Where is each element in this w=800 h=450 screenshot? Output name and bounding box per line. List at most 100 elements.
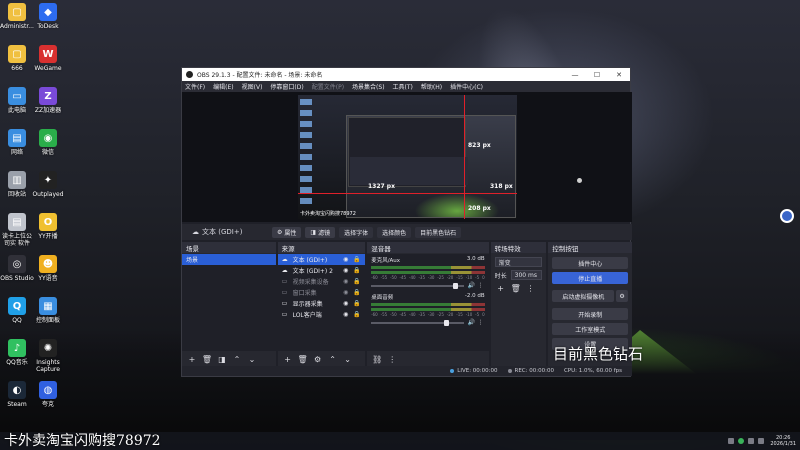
start-virtual-camera-button[interactable]: 启动虚拟摄像机 [552, 290, 615, 302]
remove-scene-icon[interactable]: 🗑 [201, 354, 213, 365]
close-button[interactable]: ✕ [608, 71, 630, 79]
preview-canvas[interactable]: 823 px 1327 px 318 px 208 px 卡外卖淘宝闪购搜789… [298, 95, 517, 219]
desktop-shortcut[interactable]: ◉ 微信 [31, 129, 65, 156]
desktop-shortcut[interactable]: ▥ 回收站 [0, 171, 34, 198]
desktop-shortcut[interactable]: ▭ 此电脑 [0, 87, 34, 114]
desktop-shortcut[interactable]: ◐ Steam [0, 381, 34, 408]
source-down-icon[interactable]: ⌄ [342, 354, 354, 365]
select-font-button[interactable]: 选择字体 [339, 226, 374, 238]
channel-menu-icon[interactable]: ⋮ [477, 319, 485, 326]
desktop-shortcut[interactable]: ▤ 网络 [0, 129, 34, 156]
tray-network-icon[interactable] [748, 438, 755, 444]
visibility-eye-icon[interactable]: ◉ [340, 256, 351, 263]
stop-streaming-button[interactable]: 停止直播 [552, 272, 629, 284]
preview-area[interactable]: 823 px 1327 px 318 px 208 px 卡外卖淘宝闪购搜789… [182, 92, 632, 222]
studio-mode-button[interactable]: 工作室模式 [552, 323, 629, 335]
move-up-icon[interactable]: ⌃ [231, 354, 243, 365]
move-down-icon[interactable]: ⌄ [246, 354, 258, 365]
mixer-menu-icon[interactable]: ⋮ [386, 354, 398, 365]
menu-scene-collection[interactable]: 场景集合(S) [352, 82, 385, 91]
desktop-shortcut[interactable]: O YY开播 [31, 213, 65, 240]
select-color-button[interactable]: 选择颜色 [377, 226, 412, 238]
scene-item[interactable]: 场景 [182, 254, 276, 265]
obs-logo-icon [186, 71, 193, 78]
floating-assistant-icon[interactable] [780, 209, 794, 223]
volume-slider-knob[interactable] [443, 319, 449, 326]
tray-clock[interactable]: 20:26 2026/1/31 [770, 435, 796, 447]
lock-icon[interactable]: 🔒 [351, 311, 362, 318]
add-source-button[interactable]: + [282, 354, 294, 365]
minimize-button[interactable]: — [564, 71, 586, 79]
tray-wechat-icon[interactable] [738, 438, 745, 444]
visibility-eye-icon[interactable]: ◉ [340, 278, 351, 285]
tray-app-icon[interactable] [728, 438, 735, 444]
desktop-shortcut[interactable]: ▦ 控制面板 [31, 297, 65, 324]
scene-filters-icon[interactable]: ◨ [216, 354, 228, 365]
virtual-camera-settings-icon[interactable]: ⚙ [616, 290, 629, 302]
maximize-button[interactable]: ☐ [586, 71, 608, 79]
remove-transition-icon[interactable]: 🗑 [510, 283, 522, 294]
preview-handle-icon[interactable] [577, 178, 582, 183]
start-recording-button[interactable]: 开始录制 [552, 308, 629, 320]
channel-menu-icon[interactable]: ⋮ [477, 282, 485, 289]
visibility-eye-icon[interactable]: ◉ [340, 289, 351, 296]
audio-link-icon[interactable]: ⛓ [371, 354, 383, 365]
menu-view[interactable]: 视图(V) [242, 82, 263, 91]
menu-profile[interactable]: 配置文件(P) [312, 82, 344, 91]
speaker-icon[interactable]: 🔊 [467, 282, 477, 289]
visibility-eye-icon[interactable]: ◉ [340, 300, 351, 307]
desktop-shortcut[interactable]: ◍ 夸克 [31, 381, 65, 408]
desktop-shortcut[interactable]: ▢ 666 [0, 45, 34, 72]
desktop-shortcut[interactable]: ▤ 读卡上位公司实 软件 [0, 213, 34, 247]
lock-icon[interactable]: 🔒 [351, 300, 362, 307]
source-item[interactable]: ▭ 视频采集设备 ◉ 🔒 [278, 276, 366, 287]
menu-tools[interactable]: 工具(T) [393, 82, 413, 91]
menu-help[interactable]: 帮助(H) [421, 82, 442, 91]
transition-menu-icon[interactable]: ⋮ [525, 283, 537, 294]
menu-file[interactable]: 文件(F) [185, 82, 205, 91]
tray-volume-icon[interactable] [758, 438, 765, 444]
properties-button[interactable]: ⚙ 属性 [272, 226, 302, 238]
source-item[interactable]: ▭ LOL客户端 ◉ 🔒 [278, 309, 366, 320]
desktop-shortcut[interactable]: ◆ ToDesk [31, 3, 65, 30]
menu-plugin-center[interactable]: 插件中心(C) [450, 82, 483, 91]
menu-edit[interactable]: 编辑(E) [213, 82, 233, 91]
lock-icon[interactable]: 🔒 [351, 278, 362, 285]
volume-meter [371, 266, 485, 269]
volume-slider-knob[interactable] [453, 282, 459, 289]
desktop-shortcut[interactable]: Q QQ [0, 297, 34, 324]
source-item[interactable]: ☁ 文本 (GDI+) ◉ 🔒 [277, 254, 366, 265]
add-transition-button[interactable]: + [495, 283, 507, 294]
desktop-shortcut[interactable]: ♪ QQ音乐 [0, 339, 34, 366]
lock-icon[interactable]: 🔒 [351, 289, 362, 296]
source-item[interactable]: ☁ 文本 (GDI+) 2 ◉ 🔒 [278, 265, 366, 276]
source-item[interactable]: ▭ 窗口采集 ◉ 🔒 [278, 287, 366, 298]
text-content-field[interactable]: 目前黑色钻石 [415, 226, 462, 238]
menu-docks[interactable]: 停靠窗口(D) [270, 82, 303, 91]
volume-slider[interactable] [371, 319, 464, 326]
obs-titlebar[interactable]: OBS 29.1.3 - 配置文件: 未命名 - 场景: 未命名 — ☐ ✕ [182, 68, 630, 81]
desktop-shortcut[interactable]: Z ZZ加速器 [31, 87, 65, 114]
source-item[interactable]: ▭ 显示器采集 ◉ 🔒 [278, 298, 366, 309]
transition-duration-input[interactable]: 300 ms [510, 270, 543, 280]
remove-source-icon[interactable]: 🗑 [297, 354, 309, 365]
measure-line-right [464, 193, 517, 194]
visibility-eye-icon[interactable]: ◉ [340, 267, 351, 274]
filters-button[interactable]: ◨ 滤镜 [305, 226, 336, 238]
volume-slider[interactable] [371, 282, 464, 289]
add-scene-button[interactable]: + [186, 354, 198, 365]
speaker-icon[interactable]: 🔊 [467, 319, 477, 326]
plugin-center-button[interactable]: 插件中心 [552, 257, 629, 269]
desktop-shortcut[interactable]: ✺ Insights Capture [31, 339, 65, 373]
lock-icon[interactable]: 🔒 [351, 256, 362, 263]
source-up-icon[interactable]: ⌃ [327, 354, 339, 365]
visibility-eye-icon[interactable]: ◉ [340, 311, 351, 318]
desktop-shortcut[interactable]: ✦ Outplayed [31, 171, 65, 198]
lock-icon[interactable]: 🔒 [351, 267, 362, 274]
desktop-shortcut[interactable]: ▢ Administr... [0, 3, 34, 30]
desktop-shortcut[interactable]: ☻ YY语音 [31, 255, 65, 282]
desktop-shortcut[interactable]: ◎ OBS Studio [0, 255, 34, 282]
source-settings-icon[interactable]: ⚙ [312, 354, 324, 365]
desktop-shortcut[interactable]: W WeGame [31, 45, 65, 72]
transition-type-select[interactable]: 渐变 [494, 257, 543, 267]
